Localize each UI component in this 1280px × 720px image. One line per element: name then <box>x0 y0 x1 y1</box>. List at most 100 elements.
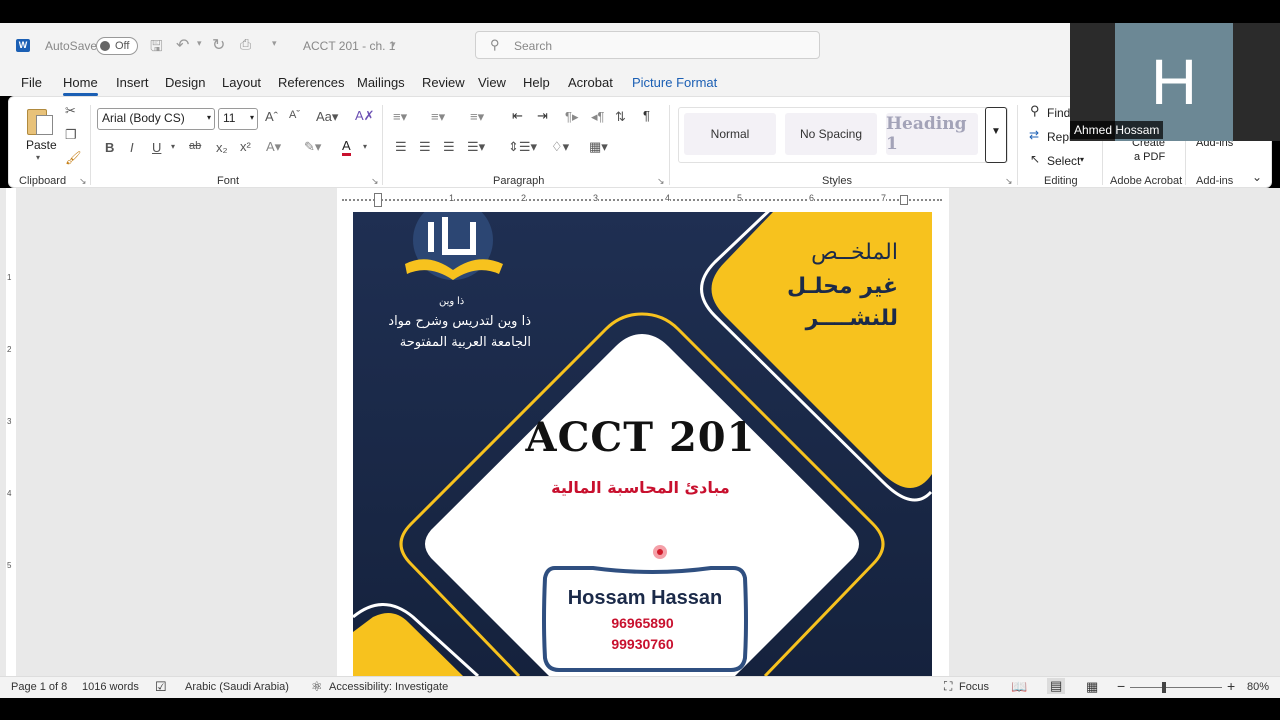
tab-file[interactable]: File <box>21 75 42 90</box>
align-right-icon[interactable]: ☰ <box>443 139 455 155</box>
select-button[interactable]: Select <box>1047 154 1080 168</box>
accessibility-status[interactable]: Accessibility: Investigate <box>329 681 448 693</box>
grow-font-icon[interactable]: Aˆ <box>265 109 278 124</box>
copy-icon[interactable]: ❐ <box>65 127 77 143</box>
focus-icon[interactable]: ⛶ <box>944 679 952 694</box>
focus-button[interactable]: Focus <box>959 681 989 693</box>
accessibility-icon[interactable]: ⚛ <box>311 679 323 695</box>
style-heading-1[interactable]: Heading 1 <box>886 113 978 155</box>
create-pdf-line2[interactable]: a PDF <box>1134 151 1165 163</box>
dialog-launcher-icon[interactable]: ↘ <box>79 176 87 187</box>
bullets-icon[interactable]: ≡▾ <box>393 109 407 125</box>
read-mode-icon[interactable]: 📖 <box>1011 679 1027 695</box>
font-size-select[interactable]: 11 ▾ <box>218 108 258 130</box>
chevron-down-icon[interactable]: ▾ <box>391 39 396 50</box>
style-no-spacing[interactable]: No Spacing <box>785 113 877 155</box>
tab-references[interactable]: References <box>278 75 344 90</box>
indent-marker[interactable] <box>900 195 908 205</box>
dialog-launcher-icon[interactable]: ↘ <box>371 176 379 187</box>
multilevel-list-icon[interactable]: ≡▾ <box>470 109 484 125</box>
tab-help[interactable]: Help <box>523 75 550 90</box>
justify-icon[interactable]: ☰▾ <box>467 139 485 155</box>
find-icon[interactable]: ⚲ <box>1030 103 1040 119</box>
tab-acrobat[interactable]: Acrobat <box>568 75 613 90</box>
chevron-down-icon[interactable]: ▾ <box>363 142 367 151</box>
align-left-icon[interactable]: ☰ <box>395 139 407 155</box>
line-spacing-icon[interactable]: ⇕☰▾ <box>508 139 537 155</box>
clear-formatting-icon[interactable]: A✗ <box>355 108 375 124</box>
horizontal-ruler: 1 2 3 4 5 6 7 <box>337 193 949 207</box>
redo-icon[interactable]: ↻ <box>212 35 225 55</box>
paste-icon[interactable] <box>27 105 53 135</box>
chevron-down-icon[interactable]: ▾ <box>36 153 40 162</box>
style-normal[interactable]: Normal <box>684 113 776 155</box>
font-color-icon[interactable]: A <box>342 139 351 156</box>
rtl-icon[interactable]: ◂¶ <box>591 109 605 125</box>
strikethrough-icon[interactable]: ab <box>189 140 201 152</box>
ltr-icon[interactable]: ¶▸ <box>565 109 579 125</box>
zoom-slider[interactable] <box>1130 682 1222 693</box>
chevron-down-icon[interactable]: ▾ <box>1080 155 1084 164</box>
zoom-in-icon[interactable]: + <box>1227 678 1235 694</box>
highlight-icon[interactable]: ✎▾ <box>304 139 321 155</box>
document-title[interactable]: ACCT 201 - ch. 1 <box>303 39 395 53</box>
customize-qat-icon[interactable]: ▾ <box>272 38 277 49</box>
zoom-slider-thumb[interactable] <box>1162 682 1166 693</box>
tab-layout[interactable]: Layout <box>222 75 261 90</box>
show-formatting-icon[interactable]: ¶ <box>643 108 650 123</box>
replace-icon[interactable]: ⇄ <box>1029 128 1039 142</box>
font-name-select[interactable]: Arial (Body CS) ▾ <box>97 108 215 130</box>
undo-icon[interactable]: ↶ <box>176 35 189 55</box>
print-preview-icon[interactable]: ⎙ <box>240 36 251 53</box>
cut-icon[interactable]: ✂ <box>65 103 76 119</box>
change-case-icon[interactable]: Aa▾ <box>316 109 338 125</box>
sort-icon[interactable]: ⇅ <box>615 109 626 125</box>
shading-icon[interactable]: ♢▾ <box>551 139 569 155</box>
dialog-launcher-icon[interactable]: ↘ <box>657 176 665 187</box>
ruler-strip <box>6 188 16 676</box>
proofing-icon[interactable]: ☑ <box>155 679 167 695</box>
tab-insert[interactable]: Insert <box>116 75 149 90</box>
chevron-down-icon[interactable]: ▾ <box>197 38 202 49</box>
print-layout-icon[interactable]: ▤ <box>1047 678 1066 694</box>
cover-image[interactable]: ذا وين ذا وين لتدريس وشرح مواد الجامعة ا… <box>353 212 932 676</box>
align-center-icon[interactable]: ☰ <box>419 139 431 155</box>
replace-button[interactable]: Repl <box>1047 130 1072 144</box>
web-layout-icon[interactable]: ▦ <box>1086 679 1098 695</box>
tab-picture-format[interactable]: Picture Format <box>632 75 717 90</box>
search-box[interactable]: ⚲ Search <box>475 31 820 59</box>
italic-icon[interactable]: I <box>130 140 134 155</box>
collapse-ribbon-icon[interactable]: ⌄ <box>1252 170 1262 184</box>
paste-button[interactable]: Paste <box>26 138 57 152</box>
shrink-font-icon[interactable]: Aˇ <box>289 109 300 121</box>
tab-mailings[interactable]: Mailings <box>357 75 405 90</box>
text-effects-icon[interactable]: A▾ <box>266 139 281 155</box>
format-painter-icon[interactable]: 🖌 <box>65 150 82 166</box>
decrease-indent-icon[interactable]: ⇤ <box>512 108 523 124</box>
dialog-launcher-icon[interactable]: ↘ <box>1005 176 1013 187</box>
language[interactable]: Arabic (Saudi Arabia) <box>185 681 289 693</box>
chevron-down-icon[interactable]: ▾ <box>171 142 175 151</box>
tab-view[interactable]: View <box>478 75 506 90</box>
underline-icon[interactable]: U <box>152 140 161 155</box>
superscript-icon[interactable]: x² <box>240 139 251 154</box>
subscript-icon[interactable]: x₂ <box>216 140 228 155</box>
tab-home[interactable]: Home <box>63 75 98 96</box>
tab-design[interactable]: Design <box>165 75 205 90</box>
page-count[interactable]: Page 1 of 8 <box>11 681 67 693</box>
zoom-level[interactable]: 80% <box>1247 681 1269 693</box>
autosave-toggle[interactable]: Off <box>96 37 138 55</box>
word-count[interactable]: 1016 words <box>82 681 139 693</box>
borders-icon[interactable]: ▦▾ <box>589 139 608 155</box>
numbering-icon[interactable]: ≡▾ <box>431 109 445 125</box>
indent-marker[interactable] <box>374 193 382 207</box>
select-icon[interactable]: ↖ <box>1030 152 1040 166</box>
find-button[interactable]: Find <box>1047 106 1070 120</box>
zoom-out-icon[interactable]: − <box>1117 678 1125 694</box>
bold-icon[interactable]: B <box>105 140 114 155</box>
save-icon[interactable]: 🖫 <box>150 36 163 61</box>
increase-indent-icon[interactable]: ⇥ <box>537 108 548 124</box>
tab-review[interactable]: Review <box>422 75 465 90</box>
ruler-number: 2 <box>7 345 12 354</box>
styles-more-button[interactable]: ▼ <box>985 107 1007 163</box>
